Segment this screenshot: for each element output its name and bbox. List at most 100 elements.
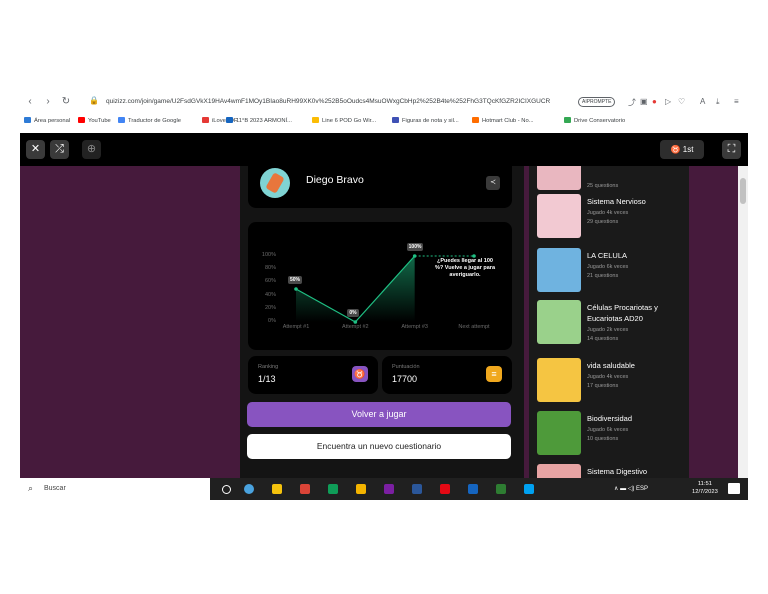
network-icon[interactable]: ▬ (620, 486, 626, 492)
bookmark-5[interactable]: Line 6 POD Go Wir... (312, 117, 376, 124)
scrollbar[interactable] (738, 166, 748, 478)
favorite-icon[interactable]: ♡ (678, 97, 685, 106)
bookmark-label: Figuras de nota y sil... (402, 118, 459, 124)
quiz-title: vida saludable (587, 361, 635, 370)
find-new-quiz-button[interactable]: Encuentra un nuevo cuestionario (247, 434, 511, 459)
notifications-icon[interactable] (728, 483, 740, 494)
screenshot-icon[interactable]: ▣ (640, 97, 648, 106)
ranking-card: Ranking 1/13 ♉ (248, 356, 378, 394)
fullscreen-icon[interactable]: ⛶ (722, 140, 741, 159)
share-icon[interactable]: ≺ (486, 176, 500, 190)
address-row: ‹ › ↻ 🔒 quizizz.com/join/game/U2FsdGVkX1… (20, 94, 748, 112)
quiz-card[interactable]: Sistema Nervioso Jugado 4k veces 29 questi… (537, 194, 687, 242)
rank-badge-label: 1st (682, 145, 694, 154)
zoom-icon[interactable]: ⊕ (82, 140, 101, 159)
quiz-card[interactable]: Biodiversidad Jugado 6k veces 10 questions (537, 411, 687, 459)
results-panel: Diego Bravo ≺ 100% 80% 60% 40% 20% 0% Attempt … (240, 166, 524, 478)
clock[interactable]: 11:51 12/7/2023 (692, 480, 718, 496)
quiz-thumbnail (537, 194, 581, 238)
taskbar-app-icon[interactable] (496, 484, 506, 494)
tray-chevron-icon[interactable]: ∧ (614, 486, 618, 492)
search-icon: ⌕ (28, 483, 34, 493)
y-tick-label: 0% (268, 318, 276, 324)
shuffle-icon[interactable]: ⤮ (50, 140, 69, 159)
score-label: Puntuación (392, 364, 420, 370)
send-icon[interactable]: ▷ (665, 97, 671, 106)
quiz-question-count: 21 questions (587, 273, 619, 279)
download-icon[interactable]: ⤓ (716, 97, 720, 107)
quiz-card[interactable]: Células Procariotas y Eucariotas AD20 Jug… (537, 300, 687, 348)
taskbar-search[interactable]: ⌕ Buscar (20, 478, 210, 500)
language-indicator[interactable]: ESP (636, 486, 648, 492)
taskbar-app-icon[interactable] (468, 484, 478, 494)
taskbar-app-icon[interactable] (272, 484, 282, 494)
volume-icon[interactable]: ◁) (628, 486, 635, 492)
scrollbar-thumb[interactable] (740, 178, 746, 204)
replay-button[interactable]: Volver a jugar (247, 402, 511, 427)
cortana-icon[interactable] (222, 485, 231, 494)
quiz-plays: Jugado 2k veces (587, 327, 629, 333)
close-icon[interactable]: ✕ (26, 140, 45, 159)
bookmark-2[interactable]: Traductor de Google (118, 117, 181, 124)
quiz-card[interactable]: vida saludable Jugado 4k veces 17 question… (537, 358, 687, 406)
bookmark-icon (226, 117, 233, 123)
reload-icon[interactable]: ↻ (60, 96, 72, 107)
translate-icon[interactable]: A (700, 97, 705, 106)
bookmark-label: Drive Conservatorio (574, 118, 626, 124)
quiz-thumbnail (537, 411, 581, 455)
taskbar-app-icon[interactable] (356, 484, 366, 494)
bookmark-icon (312, 117, 319, 123)
quiz-thumbnail (537, 166, 581, 190)
quiz-card[interactable]: 25 questions (537, 166, 687, 194)
bookmark-label: Traductor de Google (128, 118, 181, 124)
avatar (260, 168, 290, 198)
bookmark-1[interactable]: YouTube (78, 117, 111, 124)
menu-icon[interactable]: ≡ (734, 97, 739, 106)
trophy-icon: ♉ (670, 145, 683, 154)
x-tick-label: Attempt #2 (342, 324, 369, 330)
avatar-icon (265, 172, 285, 194)
clock-time: 11:51 (697, 481, 712, 487)
quiz-card[interactable]: LA CELULA Jugado 6k veces 21 questions (537, 248, 687, 296)
taskbar-app-icon[interactable] (300, 484, 310, 494)
quiz-card[interactable]: Sistema Digestivo (537, 464, 687, 478)
taskbar-app-icon[interactable] (524, 484, 534, 494)
quiz-plays: Jugado 6k veces (587, 264, 629, 270)
bookmark-label: YouTube (88, 118, 111, 124)
quiz-thumbnail (537, 464, 581, 478)
rank-badge[interactable]: ♉ 1st (660, 140, 704, 159)
x-tick-label: Attempt #3 (401, 324, 428, 330)
back-icon[interactable]: ‹ (24, 96, 36, 107)
bookmark-icon (24, 117, 31, 123)
score-card: Puntuación 17700 ≡ (382, 356, 512, 394)
aiprompt-extension[interactable]: AIPROMPTE (578, 97, 616, 107)
url-bar[interactable]: quizizz.com/join/game/U2FsdGVkX19HAv4wmF… (106, 98, 566, 105)
bookmark-4[interactable]: 11°B 2023 ARMONÍ... (226, 117, 292, 124)
quiz-plays: Jugado 4k veces (587, 374, 629, 380)
taskbar-app-icon[interactable] (328, 484, 338, 494)
bookmark-8[interactable]: Drive Conservatorio (564, 117, 625, 124)
ranking-value: 1/13 (258, 374, 276, 384)
taskbar-app-icon[interactable] (440, 484, 450, 494)
taskbar-app-icon[interactable] (244, 484, 254, 494)
data-label: 100% (406, 243, 424, 251)
bookmark-0[interactable]: Área personal (24, 117, 70, 124)
taskbar-app-icon[interactable] (412, 484, 422, 494)
y-tick-label: 80% (264, 265, 276, 272)
recommended-quizzes: 25 questions Sistema Nervioso Jugado 4k ve… (529, 166, 689, 478)
bookmarks-bar: Área personal YouTube Traductor de Google i… (20, 113, 748, 129)
bookmark-icon (564, 117, 571, 123)
share-page-icon[interactable]: ⤴ (628, 97, 636, 108)
bookmark-label: Line 6 POD Go Wir... (322, 118, 377, 124)
clock-date: 12/7/2023 (692, 489, 718, 495)
chart-point (294, 287, 298, 291)
taskbar-app-icon[interactable] (384, 484, 394, 494)
quiz-title: Sistema Nervioso (587, 197, 646, 206)
bookmark-7[interactable]: Hotmart Club - No... (472, 117, 534, 124)
quiz-plays: Jugado 4k veces (587, 210, 629, 216)
bookmark-6[interactable]: Figuras de nota y sil... (392, 117, 459, 124)
forward-icon[interactable]: › (42, 96, 54, 107)
quiz-title: Biodiversidad (587, 414, 633, 423)
extension-shield-icon[interactable]: ● (652, 97, 657, 106)
quiz-thumbnail (537, 358, 581, 402)
